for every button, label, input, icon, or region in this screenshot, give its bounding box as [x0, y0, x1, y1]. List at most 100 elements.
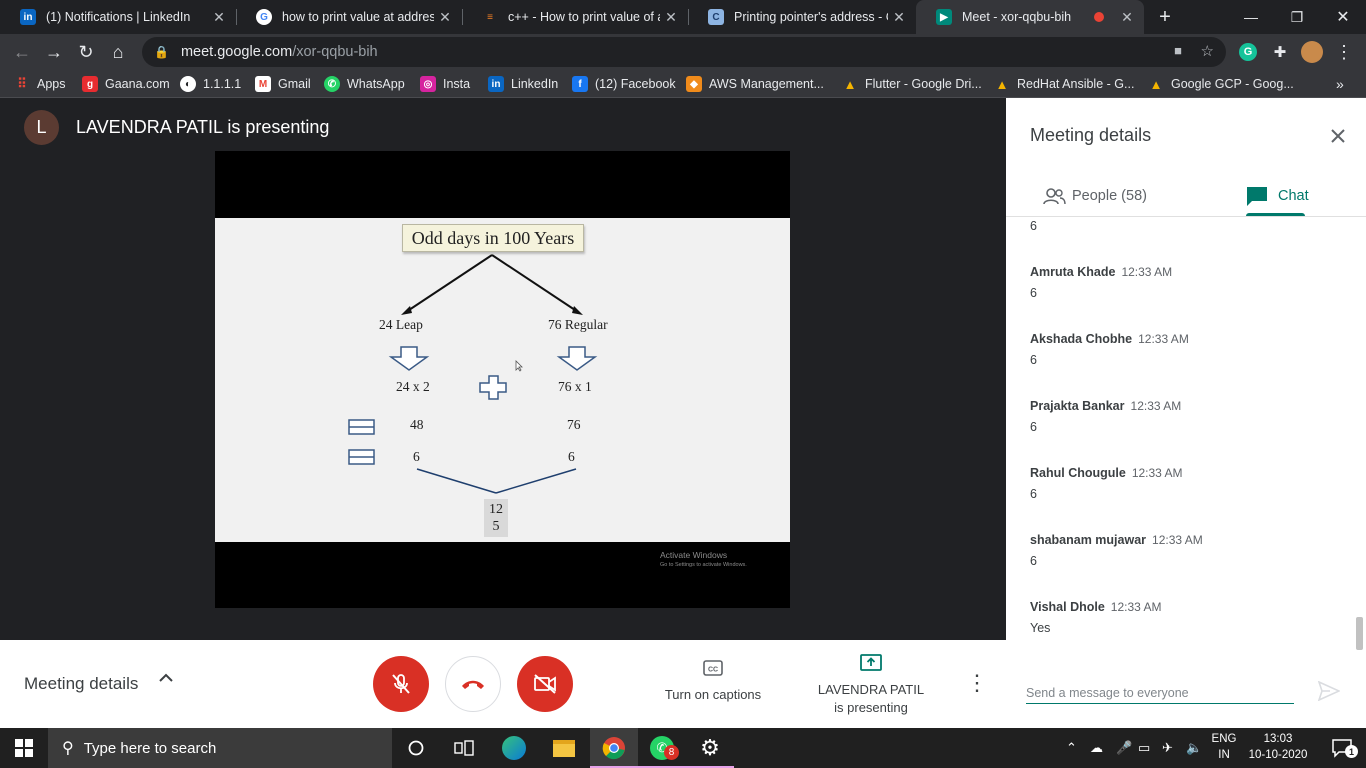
chevron-up-icon[interactable]	[158, 670, 178, 694]
chat-message-list[interactable]: 6 Amruta Khade 12:33 AM 6 Akshada Chobhe 1…	[1006, 217, 1366, 654]
grammarly-extension-icon[interactable]: G	[1234, 38, 1262, 66]
stage-bottom-strip	[0, 608, 1006, 640]
address-bar[interactable]: 🔒 meet.google.com/xor-qqbu-bih ■ ☆	[142, 37, 1226, 67]
activate-windows-watermark: Activate Windows Go to Settings to activ…	[660, 550, 747, 570]
bookmark-flutter-drive[interactable]: ▲ Flutter - Google Dri...	[842, 74, 982, 94]
edge-browser-icon[interactable]	[490, 728, 538, 768]
camera-blocked-icon[interactable]: ■	[1174, 43, 1182, 58]
close-tab-icon[interactable]: ✕	[208, 9, 230, 26]
close-tab-icon[interactable]: ✕	[660, 9, 682, 26]
chat-message-input[interactable]	[1026, 686, 1294, 700]
microphone-toggle-button[interactable]	[373, 656, 429, 712]
chrome-menu-icon[interactable]: ⋮	[1330, 38, 1358, 66]
back-icon[interactable]: ←	[8, 38, 36, 66]
browser-tab-cplusplus[interactable]: C Printing pointer's address - C+ ✕	[688, 0, 916, 34]
close-tab-icon[interactable]: ✕	[1116, 9, 1138, 26]
close-window-button[interactable]: ✕	[1320, 0, 1366, 34]
leave-call-button[interactable]	[445, 656, 501, 712]
microphone-tray-icon[interactable]: 🎤	[1116, 728, 1132, 768]
browser-tab-stackoverflow[interactable]: ≡ c++ - How to print value of a ✕	[462, 0, 688, 34]
watermark-title: Activate Windows	[660, 550, 728, 560]
reload-icon[interactable]: ↻	[72, 38, 100, 66]
tab-title: Printing pointer's address - C+	[734, 10, 888, 24]
action-center-button[interactable]: 1	[1318, 728, 1366, 768]
closed-captions-icon: CC	[703, 660, 723, 676]
forward-icon[interactable]: →	[40, 38, 68, 66]
svg-text:CC: CC	[708, 667, 718, 674]
taskbar-clock[interactable]: 13:03 10-10-2020	[1246, 731, 1310, 763]
result-line-1: 12	[489, 502, 503, 517]
taskbar-search-box[interactable]: ⚲ Type here to search	[48, 728, 392, 768]
restore-window-button[interactable]: ❐	[1274, 0, 1320, 34]
message-text: 6	[1030, 219, 1037, 233]
windows-logo-icon	[15, 739, 33, 757]
tab-people[interactable]: People (58)	[1042, 176, 1147, 216]
battery-icon[interactable]: ▭	[1138, 728, 1150, 768]
message-sender: Prajakta Bankar	[1030, 399, 1125, 413]
browser-tab-meet[interactable]: ▶ Meet - xor-qqbu-bih ✕	[916, 0, 1144, 34]
chat-message-partial: 6	[1030, 217, 1037, 233]
bookmark-gaana[interactable]: g Gaana.com	[82, 74, 170, 94]
captions-button[interactable]: CC Turn on captions	[650, 660, 776, 702]
people-tab-label: People (58)	[1072, 188, 1147, 204]
aws-cube-icon: ◆	[686, 76, 702, 92]
minimize-window-button[interactable]: —	[1228, 0, 1274, 34]
bookmark-1111[interactable]: ◐ 1.1.1.1	[180, 74, 241, 94]
bookmark-apps[interactable]: ⠿ Apps	[14, 74, 65, 94]
meeting-details-button[interactable]: Meeting details	[24, 674, 138, 694]
more-bookmarks-icon[interactable]: »	[1336, 74, 1344, 94]
close-tab-icon[interactable]: ✕	[434, 9, 456, 26]
close-panel-button[interactable]	[1324, 122, 1352, 150]
bookmark-gmail[interactable]: M Gmail	[255, 74, 311, 94]
bookmark-facebook[interactable]: f (12) Facebook	[572, 74, 676, 94]
facebook-icon: f	[572, 76, 588, 92]
new-tab-button[interactable]: +	[1142, 0, 1188, 34]
onedrive-icon[interactable]: ☁	[1090, 728, 1103, 768]
apps-grid-icon: ⠿	[17, 76, 27, 91]
bookmark-label: Google GCP - Goog...	[1171, 77, 1294, 91]
profile-avatar[interactable]	[1298, 38, 1326, 66]
regular-years-label: 76 Regular	[548, 317, 608, 332]
bookmark-label: 1.1.1.1	[203, 77, 242, 91]
network-icon[interactable]: ✈	[1162, 728, 1173, 768]
result-box: 12 5	[484, 499, 508, 537]
extensions-puzzle-icon[interactable]: ✚	[1266, 38, 1294, 66]
bookmark-gcp[interactable]: ▲ Google GCP - Goog...	[1148, 74, 1294, 94]
send-message-button[interactable]	[1317, 680, 1342, 705]
presentation-stage: L LAVENDRA PATIL is presenting Odd days …	[0, 98, 1006, 640]
tab-chat[interactable]: Chat	[1246, 176, 1309, 216]
input-language-indicator[interactable]: ENG IN	[1208, 731, 1240, 763]
task-view-icon[interactable]	[440, 728, 488, 768]
bookmark-star-icon[interactable]: ☆	[1201, 42, 1214, 60]
leap-odd-days: 6	[413, 449, 420, 464]
volume-icon[interactable]: 🔈	[1186, 728, 1202, 768]
whatsapp-icon: ✆	[324, 76, 340, 92]
chat-composer[interactable]	[1026, 684, 1294, 704]
bookmark-aws[interactable]: ◆ AWS Management...	[686, 74, 824, 94]
chrome-taskbar-icon[interactable]	[590, 728, 638, 768]
chat-message: Prajakta Bankar 12:33 AM 6	[1030, 397, 1181, 434]
windows-start-button[interactable]	[0, 728, 48, 768]
whatsapp-taskbar-icon[interactable]: ✆ 8	[638, 728, 686, 768]
chat-scrollbar[interactable]	[1356, 617, 1363, 650]
close-tab-icon[interactable]: ✕	[888, 9, 910, 26]
google-drive-icon: ▲	[843, 76, 857, 92]
settings-taskbar-icon[interactable]: ⚙	[686, 728, 734, 768]
slide-diagram	[348, 254, 598, 494]
bookmark-redhat-ansible[interactable]: ▲ RedHat Ansible - G...	[994, 74, 1135, 94]
mic-off-icon	[392, 674, 410, 694]
more-options-icon[interactable]: ⋮	[966, 670, 988, 698]
cortana-icon[interactable]	[392, 728, 440, 768]
camera-toggle-button[interactable]	[517, 656, 573, 712]
bookmark-linkedin[interactable]: in LinkedIn	[488, 74, 558, 94]
browser-tab-linkedin[interactable]: in (1) Notifications | LinkedIn ✕	[0, 0, 236, 34]
bookmark-insta[interactable]: ◎ Insta	[420, 74, 470, 94]
chat-tab-label: Chat	[1278, 188, 1309, 204]
bookmark-whatsapp[interactable]: ✆ WhatsApp	[324, 74, 405, 94]
show-hidden-icons-button[interactable]: ⌃	[1066, 728, 1077, 768]
left-sum-line	[416, 468, 497, 494]
home-icon[interactable]: ⌂	[104, 38, 132, 66]
presentation-status-button[interactable]: LAVENDRA PATIL is presenting	[808, 654, 934, 717]
file-explorer-icon[interactable]	[540, 728, 588, 768]
browser-tab-google-search[interactable]: G how to print value at address i ✕	[236, 0, 462, 34]
